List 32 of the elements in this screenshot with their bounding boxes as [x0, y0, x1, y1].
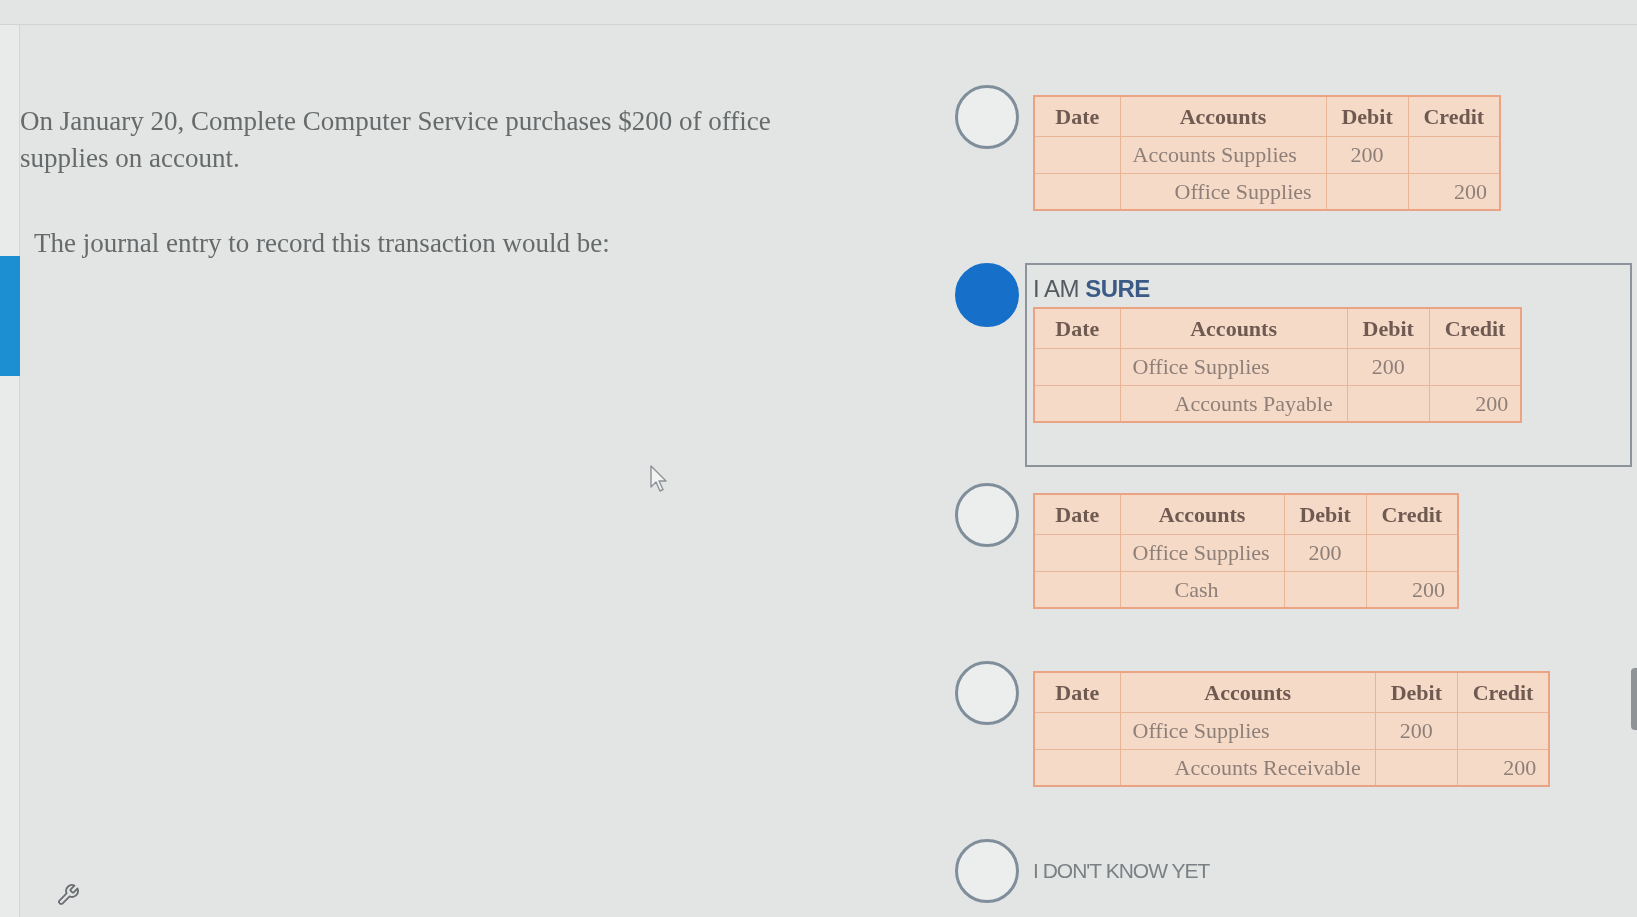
radio-button[interactable] [955, 839, 1019, 903]
radio-button[interactable] [955, 263, 1019, 327]
column-header: Accounts [1120, 308, 1348, 348]
column-header: Date [1034, 96, 1120, 136]
column-header: Debit [1375, 672, 1458, 712]
table-cell: Office Supplies [1120, 712, 1376, 749]
column-header: Accounts [1120, 494, 1285, 534]
table-cell: Accounts Supplies [1120, 136, 1327, 173]
column-header: Debit [1347, 308, 1430, 348]
table-cell: Office Supplies [1120, 348, 1348, 385]
confidence-label: I AM SURE [1033, 274, 1150, 304]
pointer-cursor-icon [650, 465, 668, 493]
radio-button[interactable] [955, 85, 1019, 149]
radio-button[interactable] [955, 661, 1019, 725]
table-cell: Office Supplies [1120, 534, 1285, 571]
column-header: Date [1034, 494, 1120, 534]
question-prompt: The journal entry to record this transaction would be: [34, 227, 610, 260]
table-cell: 200 [1375, 712, 1458, 749]
column-header: Debit [1326, 96, 1409, 136]
column-header: Accounts [1120, 96, 1327, 136]
scrollbar-thumb[interactable] [1631, 668, 1637, 730]
question-text: On January 20, Complete Computer Service purchases $200 of office supplies on account. [20, 105, 772, 175]
column-header: Date [1034, 672, 1120, 712]
table-cell: 200 [1326, 136, 1409, 173]
column-header: Debit [1284, 494, 1367, 534]
table-cell: 200 [1284, 534, 1367, 571]
radio-button[interactable] [955, 483, 1019, 547]
column-header: Accounts [1120, 672, 1376, 712]
answer-option-label: I DON'T KNOW YET [1033, 858, 1210, 885]
wrench-icon[interactable] [56, 883, 80, 907]
column-header: Date [1034, 308, 1120, 348]
table-cell: 200 [1347, 348, 1430, 385]
